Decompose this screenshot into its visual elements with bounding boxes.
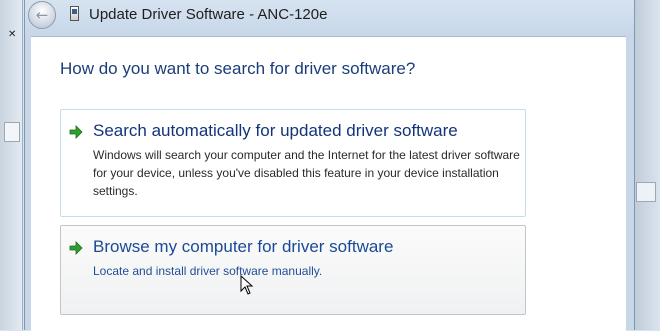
search-automatically-option[interactable]: Search automatically for updated driver …	[60, 109, 526, 217]
device-icon	[70, 6, 79, 21]
back-arrow-icon: ←	[35, 6, 49, 24]
option-title: Browse my computer for driver software	[93, 237, 394, 256]
background-scroll-button	[4, 122, 20, 142]
option-description: Locate and install driver software manua…	[93, 264, 323, 278]
option-title: Search automatically for updated driver …	[93, 121, 458, 140]
browse-computer-option[interactable]: Browse my computer for driver software L…	[60, 225, 526, 315]
background-close-icon: ✕	[8, 29, 17, 40]
option-description: Windows will search your computer and th…	[93, 148, 520, 198]
background-window-right	[634, 0, 660, 330]
window-title: Update Driver Software - ANC-120e	[89, 6, 328, 23]
mouse-pointer-icon	[240, 275, 254, 295]
update-driver-dialog: ← Update Driver Software - ANC-120e How …	[24, 0, 635, 331]
page-heading: How do you want to search for driver sof…	[60, 59, 416, 78]
green-arrow-icon	[69, 241, 83, 255]
background-window-left: ✕	[0, 0, 23, 330]
dialog-content: How do you want to search for driver sof…	[31, 36, 626, 331]
back-button[interactable]: ←	[28, 1, 56, 29]
background-scroll-button-right	[636, 182, 656, 202]
green-arrow-icon	[69, 125, 83, 139]
title-bar: ← Update Driver Software - ANC-120e	[25, 0, 634, 36]
